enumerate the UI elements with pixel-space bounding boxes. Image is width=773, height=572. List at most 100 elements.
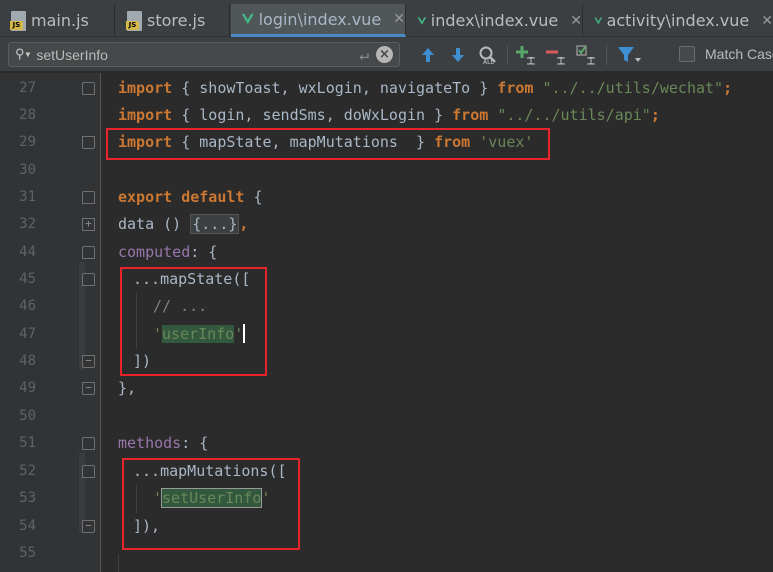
select-all-occurrences-icon: I	[576, 45, 595, 65]
annotation-box	[120, 267, 267, 376]
fold-end-icon[interactable]: −	[82, 382, 95, 395]
editor-tab-bar: JS main.js JS store.js login\index.vue ✕…	[0, 0, 773, 37]
newline-icon[interactable]: ↵	[359, 45, 369, 64]
gutter-divider	[100, 73, 101, 572]
string-literal: "../../utils/wechat"	[542, 79, 724, 97]
add-selection-icon: I	[516, 46, 535, 65]
line-number: 45	[19, 271, 36, 287]
string-literal: "../../utils/api"	[497, 106, 651, 124]
code-text: ()	[154, 215, 191, 233]
code-line-27: import { showToast, wxLogin, navigateTo …	[118, 75, 732, 102]
tab-index-index-vue[interactable]: index\index.vue ✕	[407, 4, 583, 37]
keyword: import	[118, 106, 173, 124]
fold-start-icon[interactable]	[82, 191, 95, 204]
punctuation: ,	[239, 215, 249, 233]
add-occurrence-button[interactable]: I	[515, 44, 539, 66]
vue-icon	[417, 16, 427, 25]
fold-start-icon[interactable]	[82, 465, 95, 478]
close-icon[interactable]: ✕	[570, 13, 582, 29]
fold-end-icon[interactable]: −	[82, 355, 95, 368]
filter-icon	[618, 47, 641, 62]
next-occurrence-button[interactable]	[446, 44, 470, 66]
fold-end-icon[interactable]: −	[82, 520, 95, 533]
tab-activity-index-vue[interactable]: activity\index.vue ✕	[584, 4, 773, 37]
line-number: 27	[19, 80, 36, 96]
line-number: 53	[19, 490, 36, 506]
code-editor[interactable]: 27 28 29 30 31 32 44 45 46 47 48 49 50 5…	[0, 73, 773, 572]
fold-start-icon[interactable]	[82, 437, 95, 450]
code-line-28: import { login, sendSms, doWxLogin } fro…	[118, 102, 660, 129]
code-text: },	[118, 379, 137, 397]
tab-login-index-vue[interactable]: login\index.vue ✕	[231, 4, 406, 37]
find-all-button[interactable]: ALL	[476, 44, 500, 66]
keyword: from	[497, 79, 534, 97]
filter-search-results-button[interactable]	[617, 44, 641, 66]
chevron-down-icon[interactable]: ▼	[26, 50, 31, 59]
keyword: export	[118, 188, 173, 206]
vue-icon	[594, 17, 603, 24]
line-number: 48	[19, 353, 36, 369]
tab-store-js[interactable]: JS store.js	[116, 4, 230, 37]
svg-text:ALL: ALL	[483, 59, 494, 65]
search-input[interactable]	[36, 46, 327, 63]
find-all-icon: ALL	[479, 46, 496, 65]
keyword: import	[118, 79, 173, 97]
line-number: 30	[19, 162, 36, 178]
line-number: 49	[19, 380, 36, 396]
keyword: from	[452, 106, 489, 124]
line-number: 31	[19, 189, 36, 205]
indent-guide	[118, 554, 119, 572]
expand-fold-icon[interactable]: +	[82, 218, 95, 231]
fold-start-icon[interactable]	[82, 273, 95, 286]
code-line-31: export default {	[118, 184, 263, 211]
code-line-32: data () {...},	[118, 211, 248, 238]
clear-search-icon[interactable]: ×	[376, 46, 393, 63]
code-text: data	[118, 215, 155, 233]
tab-main-js[interactable]: JS main.js	[0, 4, 115, 37]
match-case-label: Match Case	[705, 46, 773, 62]
line-number: 32	[19, 216, 36, 232]
arrow-down-icon	[452, 48, 464, 62]
tab-label: login\index.vue	[258, 9, 382, 29]
code-text: { showToast, wxLogin, navigateTo }	[181, 79, 489, 97]
tab-label: index\index.vue	[430, 11, 559, 30]
code-text: { login, sendSms, doWxLogin }	[181, 106, 444, 124]
line-number: 51	[19, 435, 36, 451]
toolbar-separator	[507, 45, 508, 65]
tab-label: main.js	[31, 11, 89, 30]
search-box: ⚲▼ ↵ ×	[8, 42, 400, 67]
annotation-box	[106, 128, 550, 160]
tab-label: store.js	[147, 11, 206, 30]
tab-label: activity\index.vue	[606, 11, 750, 30]
fold-end-icon[interactable]	[82, 136, 95, 149]
punctuation: ;	[650, 106, 660, 124]
line-number: 54	[19, 518, 36, 534]
find-toolbar: ⚲▼ ↵ × ALL I I I Match Case	[0, 37, 773, 72]
code-line-44: computed: {	[118, 239, 217, 266]
previous-occurrence-button[interactable]	[416, 44, 440, 66]
code-line-51: methods: {	[118, 430, 208, 457]
checkbox-box[interactable]	[679, 46, 695, 62]
fold-start-icon[interactable]	[82, 82, 95, 95]
code-text: : {	[181, 434, 209, 452]
line-number: 50	[19, 408, 36, 424]
folded-region-placeholder[interactable]: {...}	[190, 214, 240, 234]
match-case-checkbox[interactable]: Match Case	[679, 46, 773, 62]
line-number: 46	[19, 298, 36, 314]
line-number: 55	[19, 545, 36, 561]
line-number: 44	[19, 244, 36, 260]
remove-occurrence-button[interactable]: I	[545, 44, 569, 66]
close-icon[interactable]: ✕	[761, 13, 773, 29]
search-icon[interactable]: ⚲	[15, 47, 25, 62]
code-line-49: },	[118, 375, 136, 402]
property-name: computed	[118, 243, 191, 261]
line-number: 29	[19, 134, 36, 150]
fold-start-icon[interactable]	[82, 246, 95, 259]
property-name: methods	[118, 434, 182, 452]
close-icon[interactable]: ✕	[393, 11, 405, 27]
arrow-up-icon	[422, 48, 434, 62]
code-text: {	[253, 188, 263, 206]
punctuation: ;	[723, 79, 733, 97]
line-number: 28	[19, 107, 36, 123]
select-all-occurrences-button[interactable]: I	[575, 44, 599, 66]
